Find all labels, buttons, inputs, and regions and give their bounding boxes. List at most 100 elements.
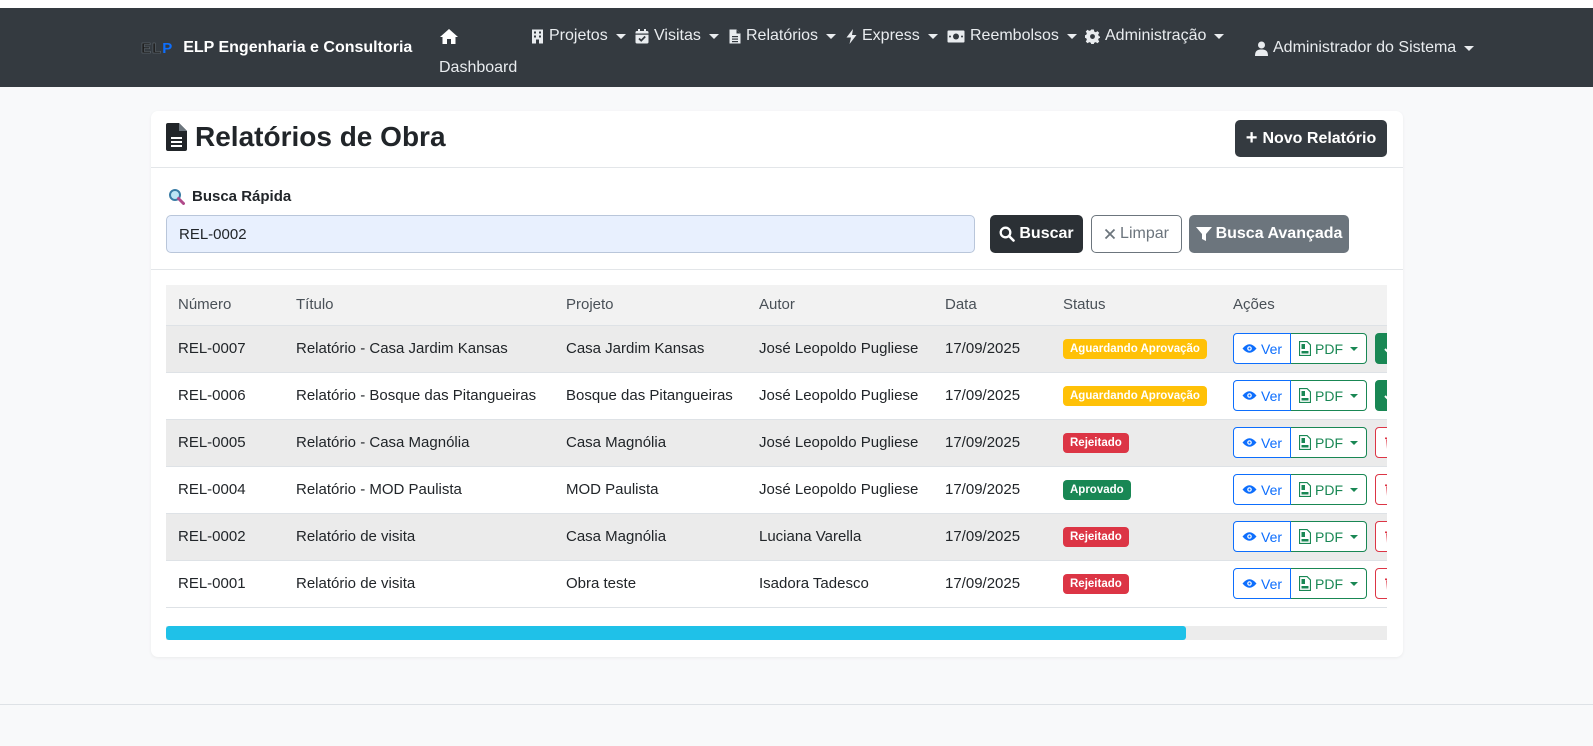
close-icon [1104,228,1116,240]
magnifier-icon [169,189,185,205]
reports-table: Número Título Projeto Autor Data Status … [166,285,1387,608]
file-pdf-icon [1299,529,1312,544]
nav-relatorios[interactable]: Relatórios [729,27,837,45]
cell-status: Rejeitado [1051,513,1221,561]
delete-button[interactable] [1375,474,1387,505]
trash-icon [1384,578,1387,590]
view-button[interactable]: Ver [1233,521,1292,552]
search-button[interactable]: Buscar [990,215,1083,253]
table-header-row: Número Título Projeto Autor Data Status … [166,285,1387,326]
delete-button[interactable] [1375,427,1387,458]
cell-titulo: Relatório - Casa Jardim Kansas [284,325,554,373]
eye-icon [1242,485,1257,494]
pdf-dropdown-button[interactable]: PDF [1291,427,1368,458]
table-row: REL-0004 Relatório - MOD Paulista MOD Paul… [166,466,1387,514]
new-report-button[interactable]: + Novo Relatório [1235,120,1387,157]
clear-button[interactable]: Limpar [1091,215,1182,253]
col-header-autor[interactable]: Autor [747,285,933,326]
cell-projeto: Obra teste [554,560,747,608]
reports-table-wrapper[interactable]: Número Título Projeto Autor Data Status … [166,285,1387,610]
cell-numero: REL-0002 [166,513,284,561]
col-header-status[interactable]: Status [1051,285,1221,326]
status-badge: Aguardando Aprovação [1063,338,1207,359]
table-row: REL-0006 Relatório - Bosque das Pitanguei… [166,372,1387,420]
pdf-dropdown-button[interactable]: PDF [1291,380,1368,411]
col-header-projeto[interactable]: Projeto [554,285,747,326]
cell-autor: José Leopoldo Pugliese [747,419,933,467]
nav-visitas-label: Visitas [654,27,701,44]
chevron-down-icon [1350,440,1359,445]
quick-search-label: Busca Rápida [168,188,291,205]
nav-express-label: Express [862,27,920,44]
pdf-dropdown-button[interactable]: PDF [1291,568,1368,599]
pdf-label: PDF [1315,575,1344,592]
user-icon [1255,41,1268,56]
navbar: ELP ELP Engenharia e Consultoria Dashboa… [0,8,1593,87]
cell-status: Aguardando Aprovação [1051,372,1221,420]
advanced-search-label: Busca Avançada [1215,225,1343,242]
nav-projetos[interactable]: Projetos [531,27,626,45]
cell-status: Rejeitado [1051,560,1221,608]
cell-projeto: MOD Paulista [554,466,747,514]
file-pdf-icon [1299,341,1312,356]
status-badge: Rejeitado [1063,526,1129,547]
approve-button[interactable] [1375,380,1387,411]
calendar-check-icon [635,28,649,43]
table-row: REL-0002 Relatório de visita Casa Magnólia… [166,513,1387,561]
nav-relatorios-label: Relatórios [746,27,819,44]
nav-user-menu[interactable]: Administrador do Sistema [1255,39,1475,57]
view-button[interactable]: Ver [1233,427,1292,458]
view-button[interactable]: Ver [1233,380,1292,411]
chevron-down-icon [1464,45,1475,51]
view-button[interactable]: Ver [1233,568,1292,599]
view-label: Ver [1261,481,1283,498]
view-label: Ver [1261,528,1283,545]
brand[interactable]: ELP ELP Engenharia e Consultoria [141,38,413,58]
cell-numero: REL-0004 [166,466,284,514]
col-header-data[interactable]: Data [933,285,1051,326]
chevron-down-icon [1350,346,1359,351]
scrollbar-thumb[interactable] [166,626,1186,640]
delete-button[interactable] [1375,568,1387,599]
chevron-down-icon [826,33,837,39]
cell-autor: José Leopoldo Pugliese [747,325,933,373]
pdf-dropdown-button[interactable]: PDF [1291,333,1368,364]
check-icon [1384,347,1387,352]
nav-reembolsos[interactable]: Reembolsos [947,27,1077,45]
delete-button[interactable] [1375,521,1387,552]
cell-numero: REL-0005 [166,419,284,467]
horizontal-scrollbar[interactable] [166,626,1387,640]
pdf-dropdown-button[interactable]: PDF [1291,521,1368,552]
reports-card: Relatórios de Obra + Novo Relatório Busc… [151,111,1403,657]
col-header-titulo[interactable]: Título [284,285,554,326]
nav-administracao[interactable]: Administração [1085,27,1225,45]
cell-autor: José Leopoldo Pugliese [747,372,933,420]
pdf-label: PDF [1315,340,1344,357]
filter-icon [1195,226,1212,241]
status-badge: Aprovado [1063,479,1131,500]
table-row: REL-0007 Relatório - Casa Jardim Kansas Ca… [166,325,1387,373]
view-button[interactable]: Ver [1233,474,1292,505]
nav-visitas[interactable]: Visitas [635,27,719,45]
status-badge: Aguardando Aprovação [1063,385,1207,406]
nav-express[interactable]: Express [846,27,938,45]
advanced-search-button[interactable]: Busca Avançada [1189,215,1349,253]
nav-reembolsos-label: Reembolsos [970,27,1059,44]
view-button[interactable]: Ver [1233,333,1292,364]
cell-status: Aguardando Aprovação [1051,325,1221,373]
home-icon [440,29,458,44]
search-button-label: Buscar [1019,225,1074,242]
col-header-numero[interactable]: Número [166,285,284,326]
file-pdf-icon [1299,576,1312,591]
nav-dashboard-label: Dashboard [439,59,518,76]
chevron-down-icon [1350,487,1359,492]
pdf-dropdown-button[interactable]: PDF [1291,474,1368,505]
cell-data: 17/09/2025 [933,325,1051,373]
pdf-label: PDF [1315,528,1344,545]
approve-button[interactable] [1375,333,1387,364]
search-input[interactable] [166,215,975,253]
cell-projeto: Casa Magnólia [554,513,747,561]
trash-icon [1384,437,1387,449]
eye-icon [1242,344,1257,353]
cell-numero: REL-0007 [166,325,284,373]
